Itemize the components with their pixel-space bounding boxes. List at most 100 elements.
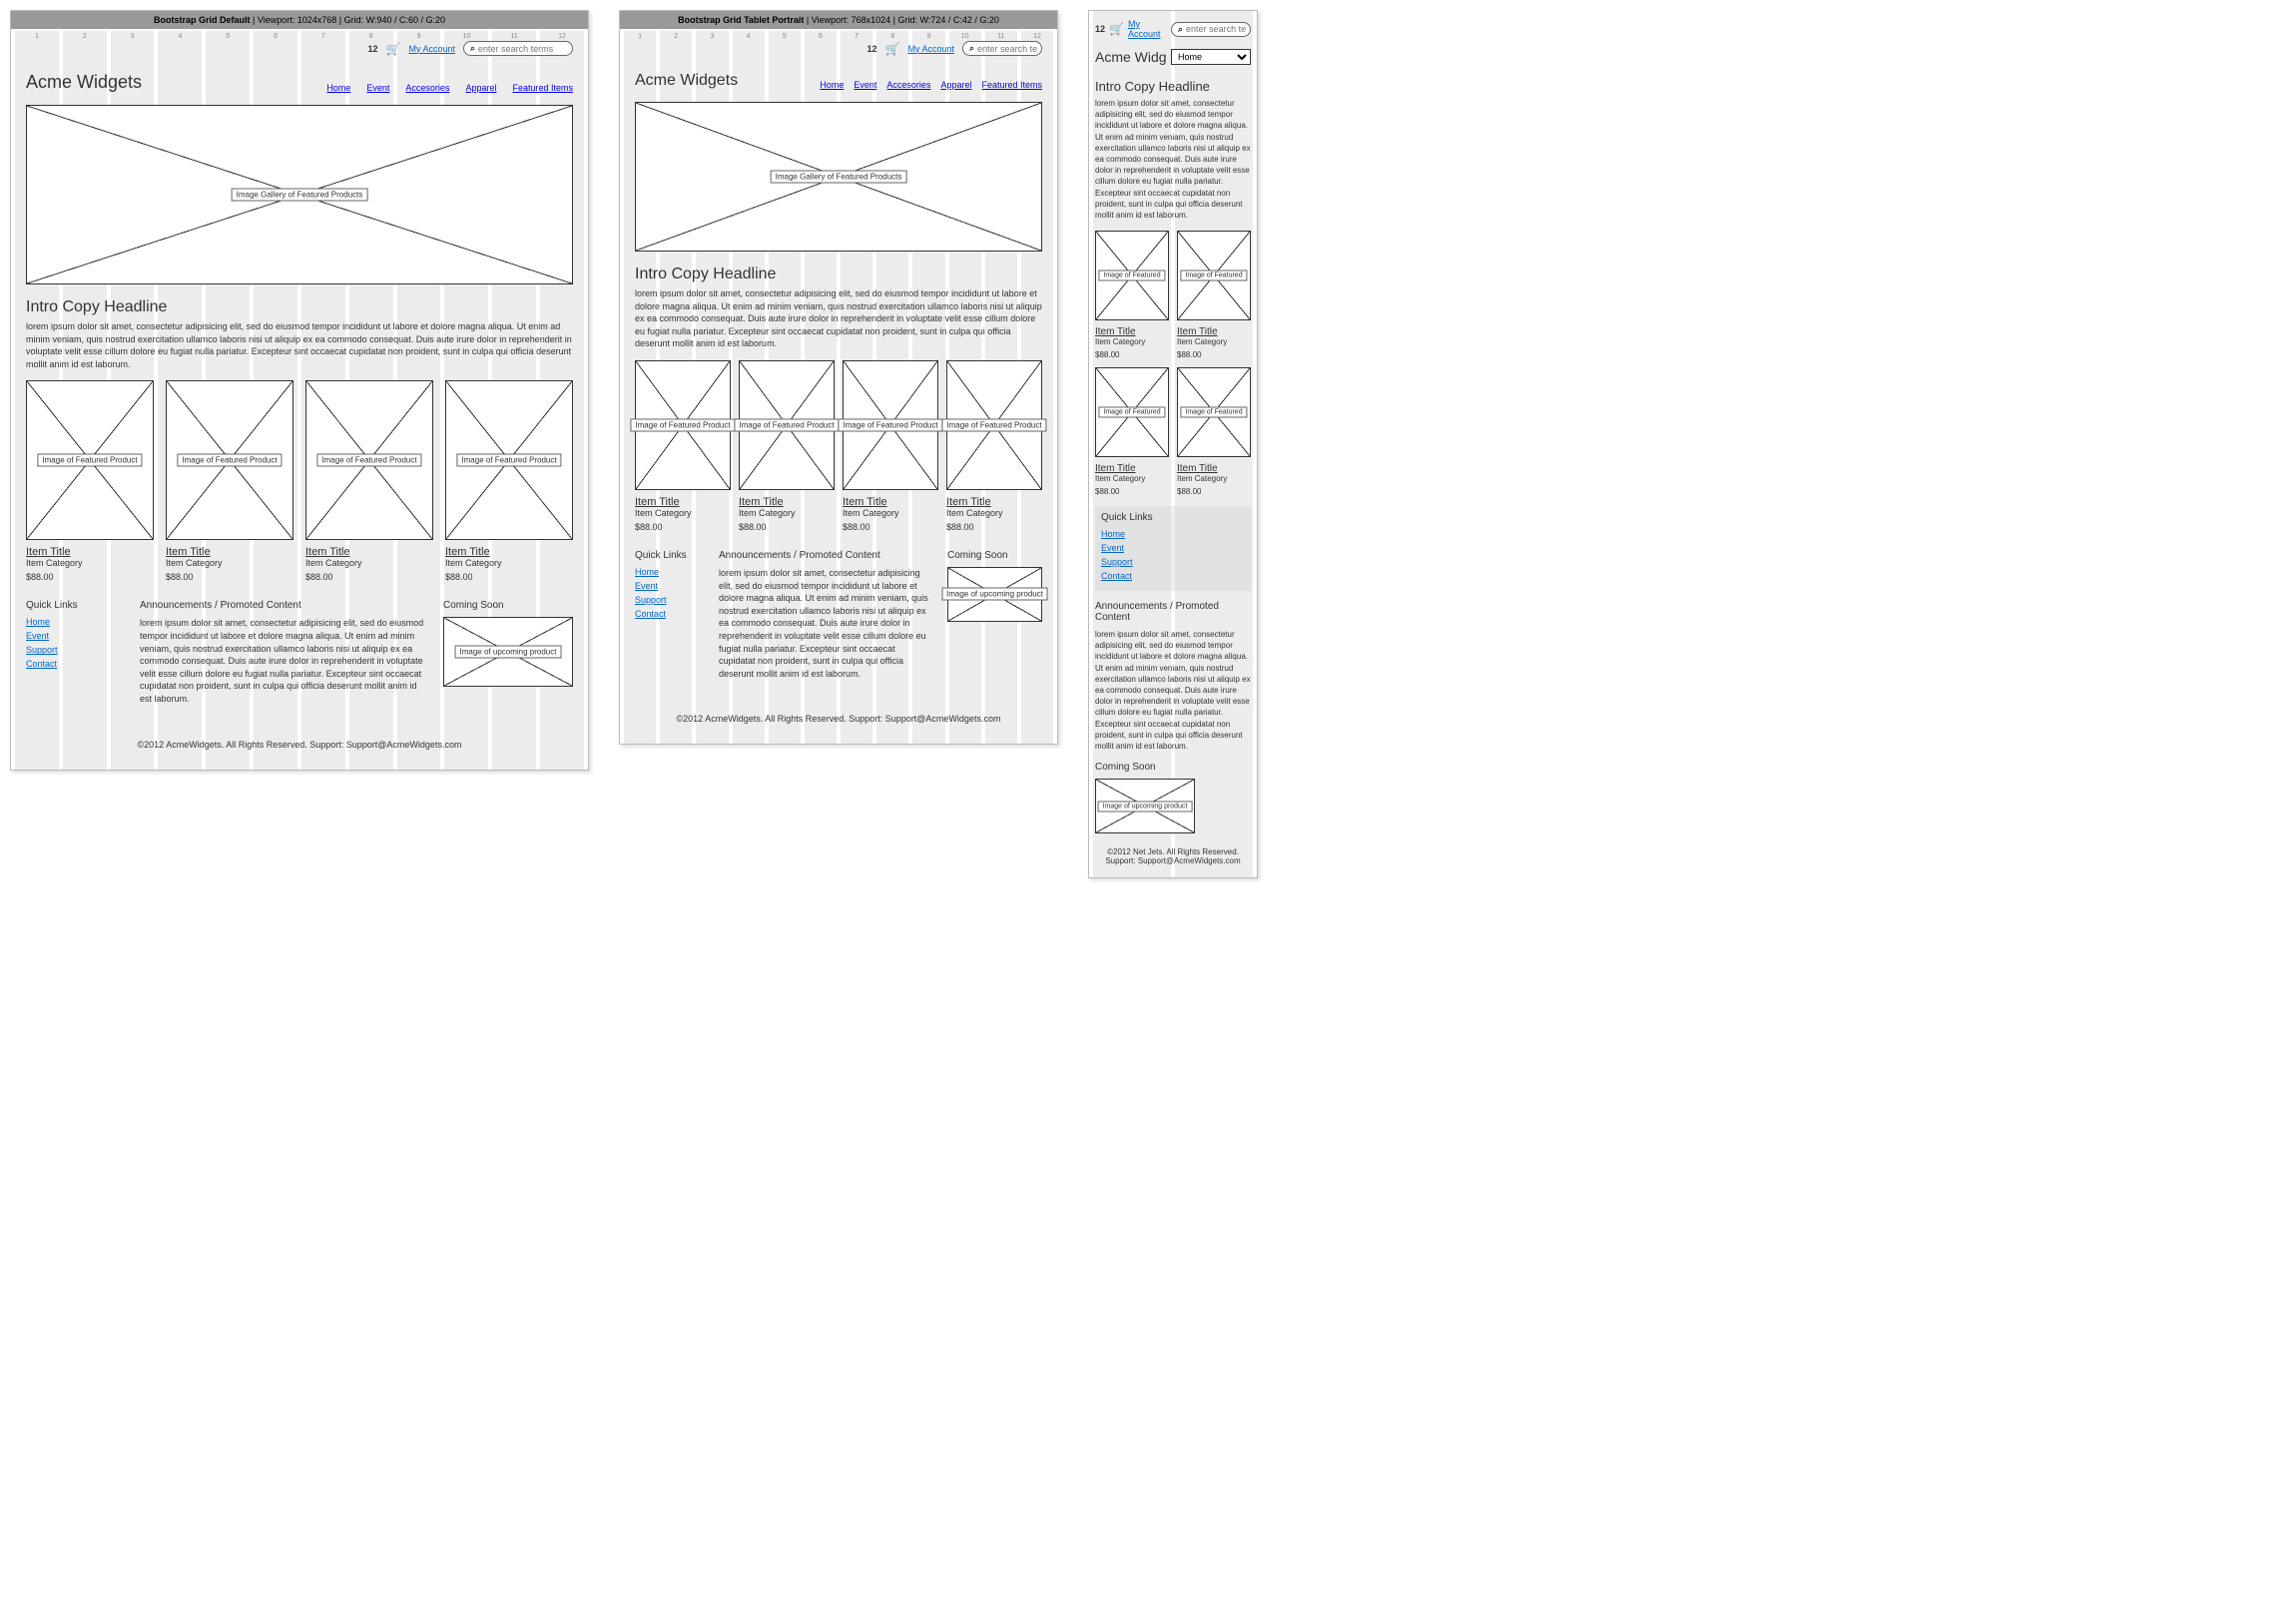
- layout-default: Bootstrap Grid Default | Viewport: 1024x…: [10, 10, 589, 771]
- hero-gallery[interactable]: Image Gallery of Featured Products: [26, 105, 573, 284]
- cart-count: 12: [1095, 24, 1105, 34]
- brand-logo: Acme Widgets: [26, 72, 142, 93]
- product-card[interactable]: Image of Featured Item Title Item Catego…: [1177, 231, 1251, 359]
- announcements: Announcements / Promoted Content lorem i…: [719, 550, 933, 690]
- footer-link-support[interactable]: Support: [26, 645, 126, 655]
- cart-icon[interactable]: 🛒: [885, 42, 900, 56]
- product-price: $88.00: [26, 572, 154, 582]
- product-image: Image of Featured Product: [843, 360, 938, 490]
- announcements: Announcements / Promoted Content lorem i…: [140, 600, 429, 715]
- search-input[interactable]: [977, 44, 1037, 54]
- product-card[interactable]: Image of Featured Item Title Item Catego…: [1177, 367, 1251, 496]
- product-image: Image of Featured: [1095, 231, 1169, 320]
- intro-headline: Intro Copy Headline: [1095, 79, 1251, 94]
- footer-link-contact[interactable]: Contact: [1101, 571, 1245, 581]
- copyright: ©2012 AcmeWidgets. All Rights Reserved. …: [635, 714, 1042, 724]
- cart-count: 12: [368, 44, 378, 54]
- footer-columns: Quick Links Home Event Support Contact A…: [26, 600, 573, 715]
- search-input[interactable]: [1186, 24, 1246, 34]
- product-image: Image of Featured Product: [635, 360, 731, 490]
- main-nav: Home Event Accesories Apparel Featured I…: [326, 83, 573, 93]
- cart-count: 12: [867, 44, 877, 54]
- product-image: Image of Featured Product: [445, 380, 573, 540]
- product-card[interactable]: Image of Featured Item Title Item Catego…: [1095, 367, 1169, 496]
- search-icon: ⌕: [470, 43, 475, 54]
- coming-soon: Coming Soon Image of upcoming product: [443, 600, 573, 715]
- product-image: Image of Featured Product: [305, 380, 433, 540]
- product-card[interactable]: Image of Featured Product Item Title Ite…: [739, 360, 835, 532]
- product-card[interactable]: Image of Featured Product Item Title Ite…: [166, 380, 293, 582]
- footer-link-event[interactable]: Event: [26, 631, 126, 641]
- footer-link-support[interactable]: Support: [1101, 557, 1245, 567]
- nav-accessories[interactable]: Accesories: [886, 80, 930, 90]
- product-card[interactable]: Image of Featured Product Item Title Ite…: [26, 380, 154, 582]
- product-image: Image of Featured Product: [739, 360, 835, 490]
- product-row: Image of Featured Product Item Title Ite…: [635, 360, 1042, 532]
- search-icon: ⌕: [969, 43, 974, 54]
- nav-event[interactable]: Event: [366, 83, 389, 93]
- mobile-nav-select[interactable]: Home: [1171, 49, 1251, 65]
- search-input[interactable]: [478, 44, 568, 54]
- announcements: Announcements / Promoted Content lorem i…: [1095, 601, 1251, 752]
- hero-label: Image Gallery of Featured Products: [232, 189, 368, 202]
- product-card[interactable]: Image of Featured Product Item Title Ite…: [946, 360, 1042, 532]
- product-image: Image of Featured Product: [166, 380, 293, 540]
- my-account-link[interactable]: My Account: [1128, 19, 1167, 39]
- nav-featured[interactable]: Featured Items: [981, 80, 1042, 90]
- my-account-link[interactable]: My Account: [408, 44, 455, 54]
- product-card[interactable]: Image of Featured Product Item Title Ite…: [843, 360, 938, 532]
- search-box[interactable]: ⌕: [463, 41, 573, 56]
- intro-headline: Intro Copy Headline: [635, 266, 1042, 283]
- copyright: ©2012 Net Jets. All Rights Reserved. Sup…: [1095, 847, 1251, 865]
- intro-body: lorem ipsum dolor sit amet, consectetur …: [635, 287, 1042, 350]
- hero-label: Image Gallery of Featured Products: [771, 171, 907, 184]
- product-image: Image of Featured: [1095, 367, 1169, 457]
- footer-link-support[interactable]: Support: [635, 595, 705, 605]
- search-box[interactable]: ⌕: [962, 41, 1042, 56]
- top-utility-bar: 12 🛒 My Account ⌕: [26, 37, 573, 64]
- nav-featured[interactable]: Featured Items: [512, 83, 573, 93]
- layout-tablet: Bootstrap Grid Tablet Portrait | Viewpor…: [619, 10, 1058, 745]
- top-utility-bar: 12 🛒 My Account ⌕: [635, 37, 1042, 64]
- product-title: Item Title: [26, 546, 154, 558]
- cart-icon[interactable]: 🛒: [1109, 22, 1124, 36]
- my-account-link[interactable]: My Account: [907, 44, 954, 54]
- coming-soon: Coming Soon Image of upcoming product: [1095, 762, 1251, 833]
- product-image: Image of Featured: [1177, 231, 1251, 320]
- product-card[interactable]: Image of Featured Product Item Title Ite…: [635, 360, 731, 532]
- product-image: Image of Featured Product: [26, 380, 154, 540]
- nav-accessories[interactable]: Accesories: [405, 83, 449, 93]
- layout-mobile: 12 🛒 My Account ⌕ Acme Widg Home Intro C…: [1088, 10, 1258, 878]
- product-image: Image of Featured Product: [946, 360, 1042, 490]
- coming-soon-image: Image of upcoming product: [947, 567, 1042, 622]
- cart-icon[interactable]: 🛒: [386, 42, 401, 56]
- nav-apparel[interactable]: Apparel: [940, 80, 971, 90]
- footer-link-home[interactable]: Home: [26, 617, 126, 627]
- intro-body: lorem ipsum dolor sit amet, consectetur …: [1095, 98, 1251, 221]
- coming-soon: Coming Soon Image of upcoming product: [947, 550, 1042, 690]
- search-box[interactable]: ⌕: [1171, 22, 1251, 37]
- hero-gallery[interactable]: Image Gallery of Featured Products: [635, 102, 1042, 252]
- nav-home[interactable]: Home: [820, 80, 844, 90]
- nav-home[interactable]: Home: [326, 83, 350, 93]
- product-row: Image of Featured Item Title Item Catego…: [1095, 367, 1251, 496]
- nav-event[interactable]: Event: [854, 80, 876, 90]
- product-card[interactable]: Image of Featured Product Item Title Ite…: [305, 380, 433, 582]
- footer-link-home[interactable]: Home: [635, 567, 705, 577]
- footer-link-event[interactable]: Event: [635, 581, 705, 591]
- main-nav: Home Event Accesories Apparel Featured I…: [820, 80, 1042, 90]
- product-row: Image of Featured Product Item Title Ite…: [26, 380, 573, 582]
- nav-apparel[interactable]: Apparel: [465, 83, 496, 93]
- footer-link-contact[interactable]: Contact: [26, 659, 126, 669]
- device-title-bar: Bootstrap Grid Default | Viewport: 1024x…: [11, 11, 588, 29]
- brand-logo: Acme Widg: [1095, 49, 1167, 65]
- coming-soon-image: Image of upcoming product: [1095, 779, 1195, 833]
- product-card[interactable]: Image of Featured Item Title Item Catego…: [1095, 231, 1169, 359]
- product-row: Image of Featured Item Title Item Catego…: [1095, 231, 1251, 359]
- footer-link-contact[interactable]: Contact: [635, 609, 705, 619]
- footer-link-event[interactable]: Event: [1101, 543, 1245, 553]
- device-title-bar: Bootstrap Grid Tablet Portrait | Viewpor…: [620, 11, 1057, 29]
- product-card[interactable]: Image of Featured Product Item Title Ite…: [445, 380, 573, 582]
- footer-link-home[interactable]: Home: [1101, 529, 1245, 539]
- intro-body: lorem ipsum dolor sit amet, consectetur …: [26, 320, 573, 370]
